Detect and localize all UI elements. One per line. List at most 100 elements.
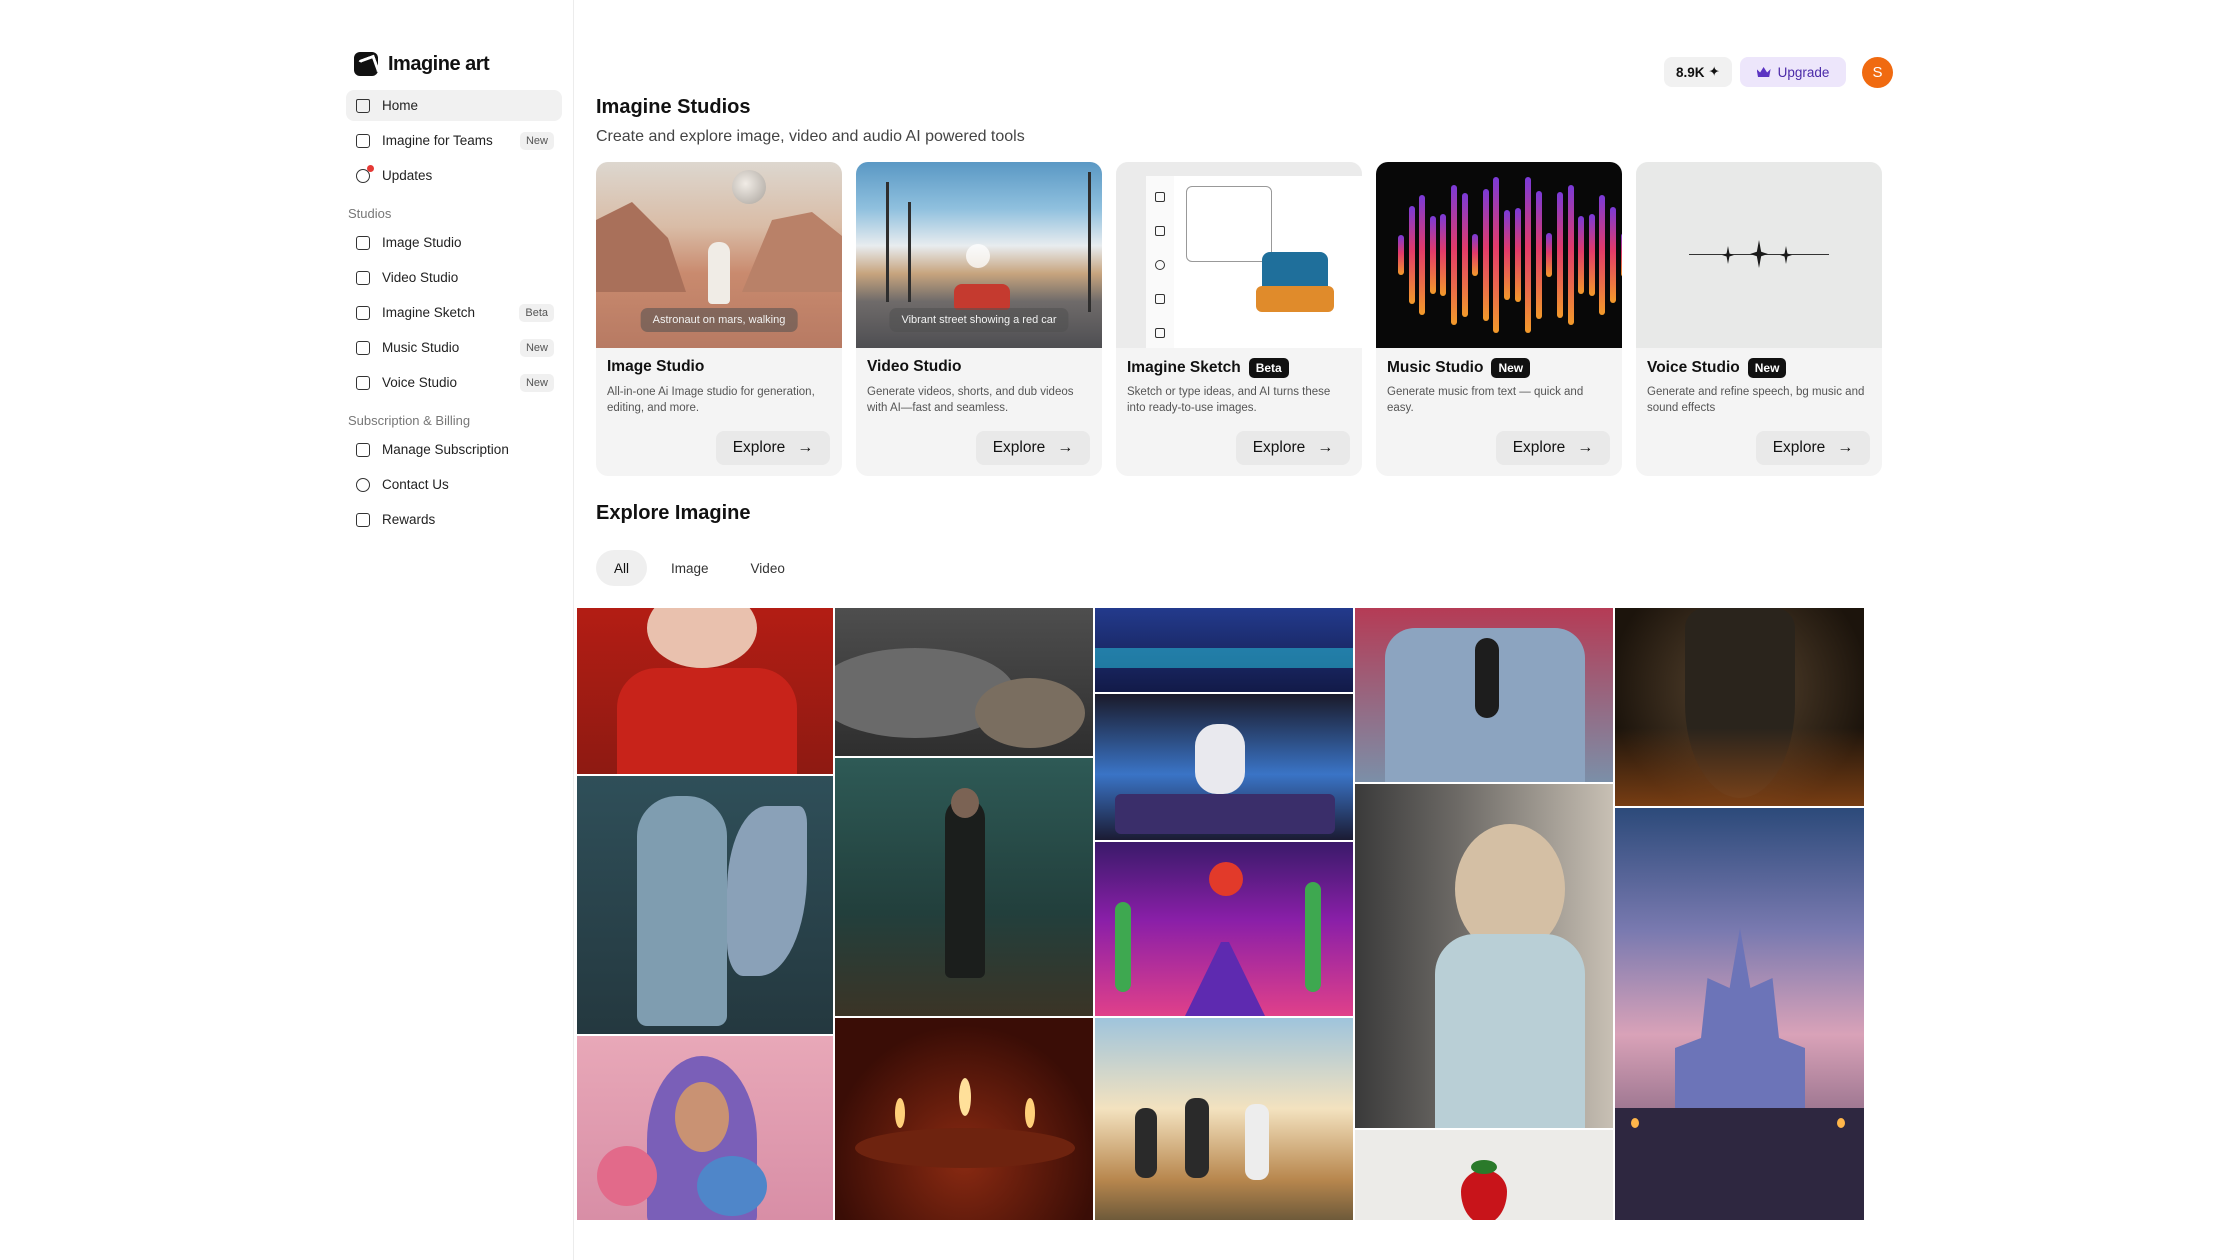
card-badge: New (1491, 358, 1531, 378)
studios-title: Imagine Studios (596, 96, 751, 118)
explore-label: Explore (732, 439, 786, 456)
gallery-image-dark-warrior[interactable] (1615, 608, 1864, 806)
card-image-voice-wave (1636, 162, 1882, 348)
card-description: Sketch or type ideas, and AI turns these… (1127, 386, 1331, 414)
gallery-image-strawberry[interactable] (1355, 1130, 1613, 1220)
explore-button[interactable]: Explore → (976, 431, 1090, 465)
studio-card-voice[interactable]: Voice Studio New Generate and refine spe… (1636, 162, 1882, 476)
sidebar-item-label: Home (382, 98, 419, 113)
card-badge: Beta (1248, 358, 1289, 378)
waveform-bar (1514, 207, 1521, 303)
gallery-image-anime-girl[interactable] (1355, 784, 1613, 1128)
explore-button[interactable]: Explore → (1236, 431, 1350, 465)
explore-button[interactable]: Explore → (1756, 431, 1870, 465)
waveform-bar (1610, 207, 1616, 303)
arrow-right-icon: → (1317, 439, 1334, 456)
gallery-image-forest-elf[interactable] (835, 758, 1093, 1016)
credits-badge[interactable]: 8.9K ✦ (1664, 57, 1732, 87)
credits-count: 8.9K (1676, 64, 1705, 80)
card-image-street: Vibrant street showing a red car (856, 162, 1102, 348)
card-description: Generate videos, shorts, and dub videos … (867, 386, 1074, 414)
video-icon (356, 270, 370, 285)
gallery-image-runners[interactable] (1095, 1018, 1353, 1220)
waveform-bar (1493, 177, 1500, 333)
sidebar-item-home[interactable]: Home (346, 90, 562, 121)
waveform-bar (1557, 191, 1563, 319)
app-logo[interactable]: Imagine art (354, 52, 490, 76)
explore-button[interactable]: Explore → (716, 431, 830, 465)
gallery-image-singer[interactable] (1355, 608, 1613, 782)
sidebar-badge: New (519, 338, 554, 357)
sidebar-item-updates[interactable]: Updates (346, 160, 562, 191)
studio-card-video[interactable]: Vibrant street showing a red car Video S… (856, 162, 1102, 476)
explore-label: Explore (1512, 439, 1566, 456)
waveform-bar (1504, 210, 1510, 300)
waveform-bar (1525, 176, 1532, 334)
studio-card-image[interactable]: Astronaut on mars, walking Image Studio … (596, 162, 842, 476)
gallery-image-angel-statue[interactable] (577, 776, 833, 1034)
sidebar-item-manage-subscription[interactable]: Manage Subscription (346, 434, 562, 465)
sidebar-item-image-studio[interactable]: Image Studio (346, 227, 562, 258)
sidebar-item-imagine-sketch[interactable]: Imagine Sketch Beta (346, 297, 562, 328)
arrow-right-icon: → (1577, 439, 1594, 456)
logo-icon (354, 52, 378, 76)
sidebar: Imagine art Home Imagine for Teams New Upda… (346, 0, 574, 1260)
gallery-image-sleeping-cat[interactable] (835, 608, 1093, 756)
gallery-image-space-dj[interactable] (1095, 694, 1353, 840)
card-badge: New (1747, 358, 1787, 378)
waveform-bar (1535, 190, 1542, 320)
card-title: Voice Studio (1647, 359, 1740, 376)
card-description: Generate and refine speech, bg music and… (1647, 386, 1865, 414)
sketch-icon (356, 305, 370, 320)
explore-button[interactable]: Explore → (1496, 431, 1610, 465)
sidebar-item-label: Video Studio (382, 270, 459, 285)
waveform-bar (1408, 205, 1415, 304)
waveform-bar (1546, 233, 1553, 277)
filter-tab-video[interactable]: Video (733, 550, 803, 586)
sidebar-item-rewards[interactable]: Rewards (346, 504, 562, 535)
waveform-bar (1440, 213, 1447, 297)
gallery-image-red-sweater[interactable] (577, 608, 833, 774)
sidebar-item-imagine-for-teams[interactable]: Imagine for Teams New (346, 125, 562, 156)
home-icon (356, 98, 370, 113)
sidebar-item-contact-us[interactable]: Contact Us (346, 469, 562, 500)
voice-icon (356, 375, 370, 390)
user-avatar[interactable]: S (1862, 57, 1893, 88)
gallery-image-fantasy-castle[interactable] (1615, 808, 1864, 1220)
teams-icon (356, 133, 370, 148)
gallery-image-candles[interactable] (835, 1018, 1093, 1220)
card-caption: Astronaut on mars, walking (640, 308, 798, 332)
card-description: All-in-one Ai Image studio for generatio… (607, 386, 815, 414)
card-caption: Vibrant street showing a red car (889, 308, 1069, 332)
upgrade-button[interactable]: Upgrade (1740, 57, 1846, 87)
waveform-bar (1451, 184, 1457, 326)
sidebar-item-voice-studio[interactable]: Voice Studio New (346, 367, 562, 398)
sidebar-badge: New (519, 131, 554, 150)
filter-tab-all[interactable]: All (596, 550, 648, 586)
gallery-image-desert-road[interactable] (1095, 842, 1353, 1016)
sidebar-item-label: Rewards (382, 512, 436, 527)
studio-card-sketch[interactable]: Imagine Sketch Beta Sketch or type ideas… (1116, 162, 1362, 476)
gift-icon (356, 512, 370, 527)
arrow-right-icon: → (797, 439, 814, 456)
sidebar-item-label: Contact Us (382, 477, 449, 492)
studios-subtitle: Create and explore image, video and audi… (596, 128, 1025, 145)
gallery-image-neon-sea[interactable] (1095, 608, 1353, 692)
card-image-music-wave (1376, 162, 1622, 348)
studio-card-music[interactable]: Music Studio New Generate music from tex… (1376, 162, 1622, 476)
sidebar-item-music-studio[interactable]: Music Studio New (346, 332, 562, 363)
card-title: Image Studio (607, 358, 705, 375)
waveform-bar (1588, 213, 1595, 297)
sidebar-item-label: Updates (382, 168, 433, 183)
image-icon (356, 235, 370, 250)
sidebar-item-label: Imagine Sketch (382, 305, 476, 320)
gallery-image-hooded-woman[interactable] (577, 1036, 833, 1220)
brush-tool-icon (1155, 294, 1165, 304)
sidebar-item-label: Music Studio (382, 340, 460, 355)
sidebar-item-label: Voice Studio (382, 375, 458, 390)
filter-tab-image[interactable]: Image (653, 550, 727, 586)
crown-icon (1756, 67, 1771, 77)
explore-label: Explore (1772, 439, 1826, 456)
play-icon[interactable] (966, 244, 990, 268)
sidebar-item-video-studio[interactable]: Video Studio (346, 262, 562, 293)
